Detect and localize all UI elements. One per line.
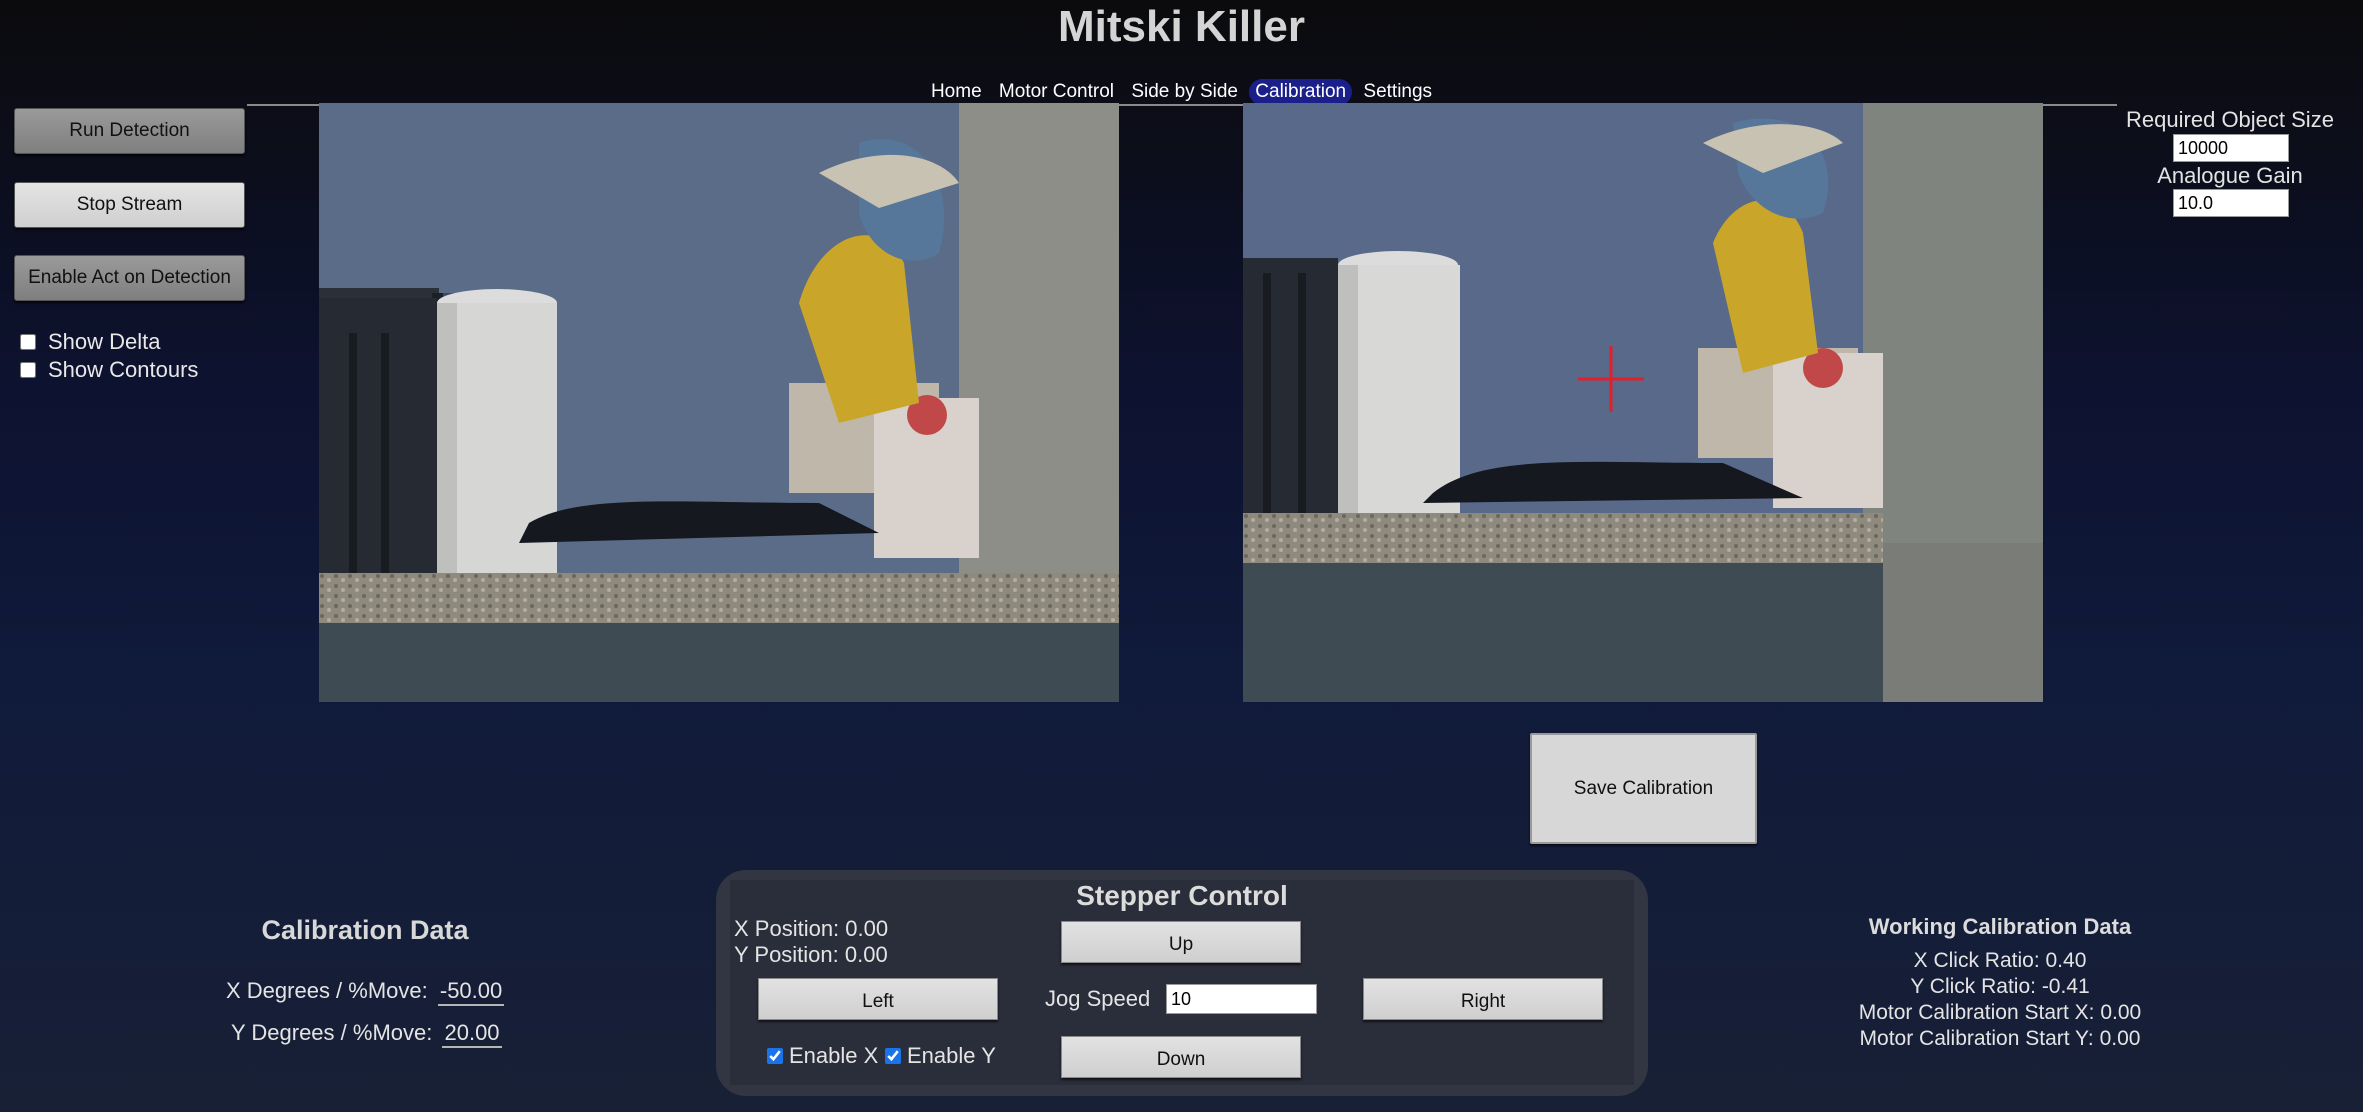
step-right-button[interactable]: Right	[1363, 978, 1603, 1020]
object-size-input[interactable]	[2173, 134, 2289, 162]
x-click-ratio-label: X Click Ratio:	[1913, 949, 2040, 972]
x-position-readout: X Position: 0.00	[734, 916, 888, 942]
y-click-ratio-value: -0.41	[2041, 975, 2090, 998]
calibration-x-label: X Degrees / %Move:	[226, 978, 428, 1003]
enable-x-label: Enable X	[789, 1043, 879, 1068]
y-click-ratio-row: Y Click Ratio: -0.41	[1800, 975, 2200, 999]
camera-feed-left[interactable]	[319, 103, 1119, 702]
y-click-ratio-label: Y Click Ratio:	[1910, 975, 2036, 998]
enable-x-option[interactable]: Enable X	[767, 1043, 878, 1069]
calibration-x-value[interactable]: -50.00	[437, 978, 505, 1006]
motor-start-y-value: 0.00	[2099, 1027, 2141, 1050]
x-click-ratio-row: X Click Ratio: 0.40	[1800, 949, 2200, 973]
enable-y-label: Enable Y	[907, 1043, 996, 1068]
enable-y-option[interactable]: Enable Y	[885, 1043, 996, 1069]
step-up-button[interactable]: Up	[1061, 921, 1301, 963]
calibration-x-row: X Degrees / %Move: -50.00	[226, 978, 505, 1006]
nav-bar: Home Motor Control Side by Side Calibrat…	[0, 79, 2363, 105]
motor-start-x-row: Motor Calibration Start X: 0.00	[1800, 1001, 2200, 1025]
enable-act-on-detection-button[interactable]: Enable Act on Detection	[14, 255, 245, 301]
enable-x-checkbox[interactable]	[767, 1048, 783, 1064]
x-position-value: 0.00	[845, 916, 889, 941]
object-size-label: Required Object Size	[2126, 107, 2334, 132]
enable-y-checkbox[interactable]	[885, 1048, 901, 1064]
app-title: Mitski Killer	[1058, 2, 1305, 51]
motor-start-x-value: 0.00	[2100, 1001, 2142, 1024]
show-delta-option[interactable]: Show Delta	[20, 329, 161, 355]
working-calibration-title: Working Calibration Data	[1868, 914, 2132, 939]
analogue-gain-label: Analogue Gain	[2157, 163, 2303, 188]
step-left-button[interactable]: Left	[758, 978, 998, 1020]
save-calibration-button[interactable]: Save Calibration	[1530, 733, 1757, 844]
step-down-button[interactable]: Down	[1061, 1036, 1301, 1078]
calibration-y-label: Y Degrees / %Move:	[231, 1020, 433, 1045]
x-click-ratio-value: 0.40	[2045, 949, 2087, 972]
camera-feed-right[interactable]	[1243, 103, 2043, 702]
show-delta-checkbox[interactable]	[20, 334, 36, 350]
motor-start-x-label: Motor Calibration Start X:	[1858, 1001, 2095, 1024]
motor-start-y-row: Motor Calibration Start Y: 0.00	[1800, 1027, 2200, 1051]
camera-image-right	[1243, 103, 2043, 702]
nav-side-by-side[interactable]: Side by Side	[1125, 79, 1244, 105]
nav-motor-control[interactable]: Motor Control	[993, 79, 1120, 105]
jog-speed-label: Jog Speed	[1045, 986, 1151, 1011]
jog-speed-input[interactable]	[1166, 984, 1317, 1014]
calibration-data-title: Calibration Data	[261, 915, 469, 945]
stop-stream-button[interactable]: Stop Stream	[14, 182, 245, 228]
show-contours-checkbox[interactable]	[20, 362, 36, 378]
camera-image-left	[319, 103, 1119, 702]
run-detection-button[interactable]: Run Detection	[14, 108, 245, 154]
y-position-readout: Y Position: 0.00	[734, 942, 888, 968]
show-delta-label: Show Delta	[48, 329, 161, 354]
nav-settings[interactable]: Settings	[1357, 79, 1438, 105]
show-contours-option[interactable]: Show Contours	[20, 357, 198, 383]
analogue-gain-input[interactable]	[2173, 189, 2289, 217]
nav-calibration[interactable]: Calibration	[1249, 79, 1353, 105]
x-position-label: X Position:	[734, 916, 840, 941]
nav-home[interactable]: Home	[925, 79, 988, 105]
stepper-control-title: Stepper Control	[1076, 880, 1288, 911]
show-contours-label: Show Contours	[48, 357, 199, 382]
calibration-y-row: Y Degrees / %Move: 20.00	[231, 1020, 502, 1048]
motor-start-y-label: Motor Calibration Start Y:	[1859, 1027, 2094, 1050]
calibration-y-value[interactable]: 20.00	[442, 1020, 502, 1048]
y-position-value: 0.00	[844, 942, 888, 967]
y-position-label: Y Position:	[734, 942, 839, 967]
